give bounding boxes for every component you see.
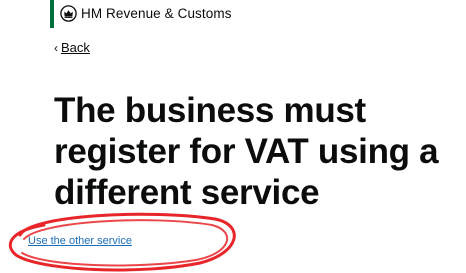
organisation-name: HM Revenue & Customs	[81, 6, 232, 21]
brand-colour-bar	[50, 0, 54, 28]
page-title: The business must register for VAT using…	[54, 91, 439, 212]
back-link[interactable]: ‹ Back	[54, 40, 90, 55]
crown-crest-icon	[60, 5, 77, 22]
use-other-service-link[interactable]: Use the other service	[28, 235, 132, 247]
hmrc-logo[interactable]: HM Revenue & Customs	[60, 5, 232, 22]
chevron-left-icon: ‹	[54, 40, 58, 55]
back-link-label: Back	[61, 40, 90, 55]
